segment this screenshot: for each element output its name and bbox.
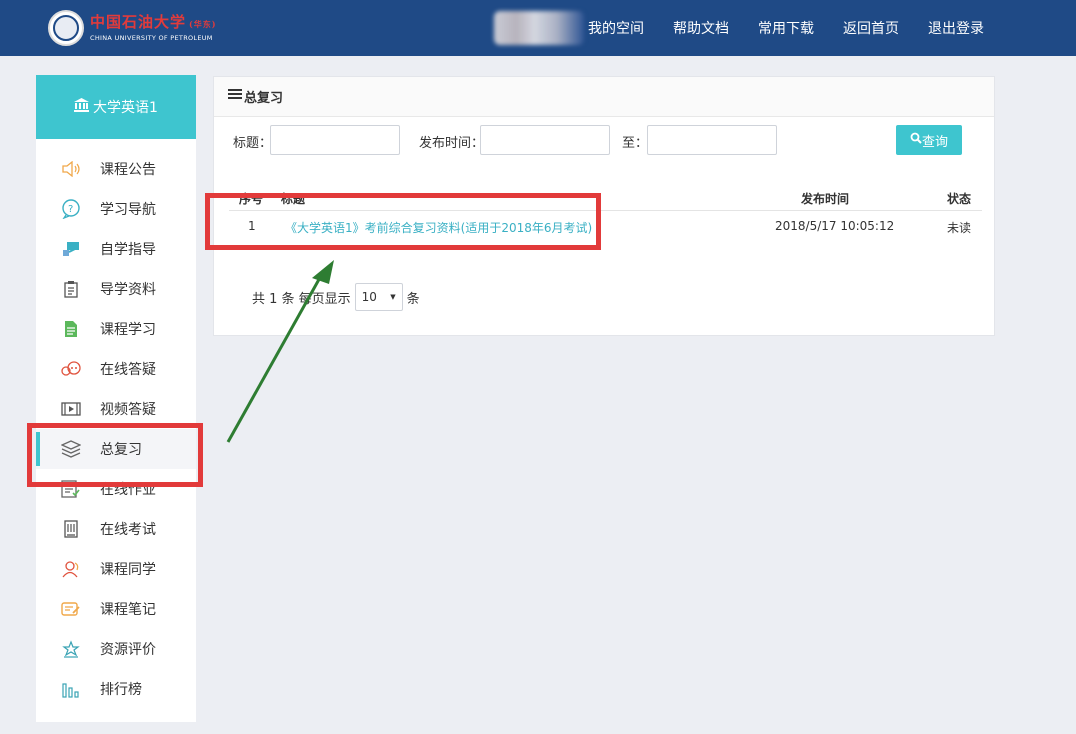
pointer-icon xyxy=(60,238,82,260)
pagination: 共 1 条 每页显示 10 ▼ 条 xyxy=(252,283,420,311)
list-icon xyxy=(228,89,242,104)
sidebar-item-homework[interactable]: 在线作业 xyxy=(36,469,196,509)
panel-title: 总复习 xyxy=(214,77,994,117)
sidebar-item-online-qa[interactable]: 在线答疑 xyxy=(36,349,196,389)
caret-down-icon: ▼ xyxy=(390,293,396,301)
svg-text:?: ? xyxy=(68,204,73,215)
sidebar-item-label: 自学指导 xyxy=(100,242,156,258)
nav-home[interactable]: 返回首页 xyxy=(843,18,899,38)
review-table: 序号 标题 发布时间 状态 1 《大学英语1》考前综合复习资料(适用于2018年… xyxy=(229,185,982,241)
search-button-label: 查询 xyxy=(921,134,948,150)
speaker-icon xyxy=(60,158,82,180)
page-size-select[interactable]: 10 ▼ xyxy=(354,283,403,311)
sidebar-item-label: 课程公告 xyxy=(100,162,156,178)
checklist-icon xyxy=(60,478,82,500)
header-index: 序号 xyxy=(239,192,264,206)
sidebar-item-review[interactable]: 总复习 xyxy=(36,429,196,469)
search-icon xyxy=(910,132,922,148)
sidebar-item-notes[interactable]: 课程笔记 xyxy=(36,589,196,629)
sidebar-item-label: 课程学习 xyxy=(100,322,156,338)
panel-title-text: 总复习 xyxy=(244,91,284,106)
table-header: 序号 标题 发布时间 状态 xyxy=(229,185,982,211)
row-date: 2018/5/17 10:05:12 xyxy=(775,219,895,233)
sidebar-item-resource-rating[interactable]: 资源评价 xyxy=(36,629,196,669)
bar-chart-icon xyxy=(60,678,82,700)
pager-total-text: 共 1 条 每页显示 xyxy=(252,291,351,307)
nav-help-docs[interactable]: 帮助文档 xyxy=(673,18,729,38)
top-nav: 我的空间 帮助文档 常用下载 返回首页 退出登录 xyxy=(559,0,984,56)
sidebar-item-label: 视频答疑 xyxy=(100,402,156,418)
sidebar-item-label: 在线考试 xyxy=(100,522,156,538)
sidebar-item-label: 课程笔记 xyxy=(100,602,156,618)
logo-en-text: CHINA UNIVERSITY OF PETROLEUM xyxy=(90,34,213,42)
review-panel: 总复习 标题： 发布时间： 至： 查询 序号 标题 发布时间 状态 1 《大学英… xyxy=(213,76,995,336)
sidebar-item-self-study[interactable]: 自学指导 xyxy=(36,229,196,269)
film-icon xyxy=(60,398,82,420)
sidebar-menu: 课程公告 ? 学习导航 自学指导 导学资料 课程学习 在线答疑 视频答疑 总复习 xyxy=(36,149,196,709)
university-logo[interactable]: 中国石油大学 (华东) CHINA UNIVERSITY OF PETROLEUM xyxy=(48,10,217,46)
date-filter-label: 发布时间： xyxy=(419,136,485,151)
nav-downloads[interactable]: 常用下载 xyxy=(758,18,814,38)
pager-suffix-text: 条 xyxy=(406,291,420,307)
document-icon xyxy=(60,318,82,340)
sidebar-item-announcements[interactable]: 课程公告 xyxy=(36,149,196,189)
title-filter-label: 标题： xyxy=(233,136,273,151)
sidebar-item-course-study[interactable]: 课程学习 xyxy=(36,309,196,349)
bank-icon xyxy=(74,98,90,116)
notes-icon xyxy=(60,598,82,620)
header-title: 标题 xyxy=(281,192,306,206)
clipboard-icon xyxy=(60,278,82,300)
sidebar-item-exam[interactable]: 在线考试 xyxy=(36,509,196,549)
page-size-value: 10 xyxy=(361,290,377,304)
logo-cn-text: 中国石油大学 (华东) xyxy=(90,13,217,31)
help-circle-icon: ? xyxy=(60,198,82,220)
sidebar-item-label: 在线作业 xyxy=(100,482,156,498)
exam-icon xyxy=(60,518,82,540)
nav-my-space[interactable]: 我的空间 xyxy=(588,18,644,38)
filter-bar: 标题： 发布时间： 至： 查询 xyxy=(214,125,994,155)
sidebar-item-label: 导学资料 xyxy=(100,282,156,298)
row-title-link[interactable]: 《大学英语1》考前综合复习资料(适用于2018年6月考试) xyxy=(285,219,592,236)
sidebar-item-label: 资源评价 xyxy=(100,642,156,658)
course-sidebar: 大学英语1 课程公告 ? 学习导航 自学指导 导学资料 课程学习 在线答疑 视频… xyxy=(36,75,196,722)
table-row: 1 《大学英语1》考前综合复习资料(适用于2018年6月考试) 2018/5/1… xyxy=(229,211,982,241)
header-date: 发布时间 xyxy=(801,192,850,206)
sidebar-item-label: 课程同学 xyxy=(100,562,156,578)
classmates-icon xyxy=(60,558,82,580)
date-to-input[interactable] xyxy=(647,125,777,155)
sidebar-item-leaderboard[interactable]: 排行榜 xyxy=(36,669,196,709)
sidebar-item-label: 排行榜 xyxy=(100,682,142,698)
top-navbar: 中国石油大学 (华东) CHINA UNIVERSITY OF PETROLEUM… xyxy=(0,0,1076,56)
sidebar-item-label: 总复习 xyxy=(100,442,142,458)
university-seal-icon xyxy=(48,10,84,46)
rating-icon xyxy=(60,638,82,660)
sidebar-item-navigation[interactable]: ? 学习导航 xyxy=(36,189,196,229)
sidebar-item-materials[interactable]: 导学资料 xyxy=(36,269,196,309)
search-button[interactable]: 查询 xyxy=(896,125,962,155)
header-status: 状态 xyxy=(947,192,972,206)
nav-logout[interactable]: 退出登录 xyxy=(928,18,984,38)
sidebar-item-video-qa[interactable]: 视频答疑 xyxy=(36,389,196,429)
course-header[interactable]: 大学英语1 xyxy=(36,75,196,139)
sidebar-item-label: 学习导航 xyxy=(100,202,156,218)
chat-icon xyxy=(60,358,82,380)
sidebar-item-label: 在线答疑 xyxy=(100,362,156,378)
row-index: 1 xyxy=(248,219,256,233)
course-name: 大学英语1 xyxy=(93,100,158,116)
date-from-input[interactable] xyxy=(480,125,610,155)
date-to-label: 至： xyxy=(622,136,649,151)
layers-icon xyxy=(60,438,82,460)
title-filter-input[interactable] xyxy=(270,125,400,155)
row-status: 未读 xyxy=(947,221,972,235)
sidebar-item-classmates[interactable]: 课程同学 xyxy=(36,549,196,589)
